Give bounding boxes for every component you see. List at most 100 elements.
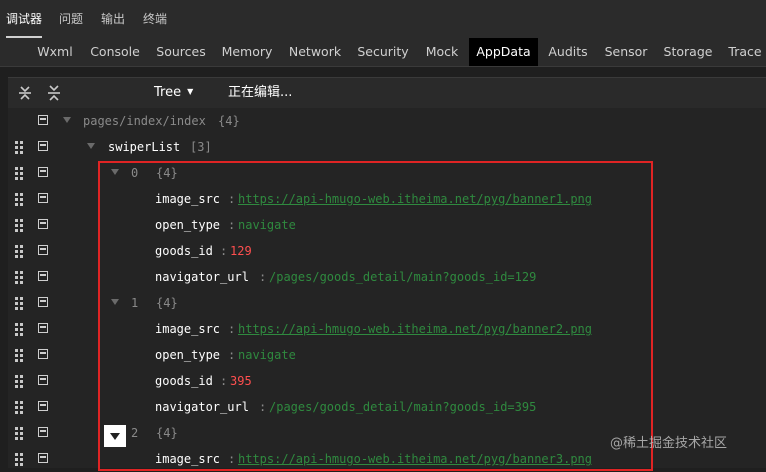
drag-handle-icon[interactable] [15, 167, 23, 180]
chevron-down-icon: ▼ [187, 87, 194, 96]
field-key[interactable]: image_src [155, 186, 220, 212]
field-key[interactable]: goods_id [155, 238, 213, 264]
tree-row-field: image_src : https://api-hmugo-web.itheim… [8, 186, 766, 212]
field-colon: : [228, 348, 236, 362]
field-value[interactable]: navigate [238, 212, 296, 238]
collapse-box-icon[interactable] [38, 453, 48, 463]
expand-caret-icon[interactable] [111, 169, 119, 175]
drag-handle-icon[interactable] [15, 141, 23, 154]
item-index: 2 [131, 426, 139, 440]
tab-output[interactable]: 输出 [101, 0, 125, 38]
tab-sensor[interactable]: Sensor [600, 38, 652, 66]
list-key[interactable]: swiperList [108, 134, 180, 160]
tab-terminal[interactable]: 终端 [143, 0, 167, 38]
tab-sources[interactable]: Sources [152, 38, 210, 66]
tree-row-field: image_src : https://api-hmugo-web.itheim… [8, 316, 766, 342]
collapse-box-icon[interactable] [38, 375, 48, 385]
panel-gutter [0, 68, 8, 468]
expand-caret-icon[interactable] [87, 143, 95, 149]
drag-handle-icon[interactable] [15, 219, 23, 232]
collapse-box-icon[interactable] [38, 115, 48, 125]
tab-memory[interactable]: Memory [218, 38, 276, 66]
collapse-box-icon[interactable] [38, 323, 48, 333]
item-index: 0 [131, 166, 139, 180]
field-key[interactable]: navigator_url [155, 264, 249, 290]
view-mode-select[interactable]: Tree ▼ [154, 78, 193, 108]
tab-wxml[interactable]: Wxml [30, 38, 80, 66]
tree-row-field: navigator_url : /pages/goods_detail/main… [8, 394, 766, 420]
devtools-tab-bar: Wxml Console Sources Memory Network Secu… [0, 38, 766, 67]
drag-handle-icon[interactable] [15, 427, 23, 440]
tab-network[interactable]: Network [284, 38, 346, 66]
collapse-box-icon[interactable] [38, 297, 48, 307]
field-value[interactable]: /pages/goods_detail/main?goods_id=129 [269, 264, 536, 290]
tab-storage[interactable]: Storage [660, 38, 716, 66]
tab-debugger[interactable]: 调试器 [6, 0, 43, 38]
collapse-all-icon[interactable] [45, 84, 63, 102]
drag-handle-icon[interactable] [15, 271, 23, 284]
tab-trace[interactable]: Trace [724, 38, 766, 66]
field-key[interactable]: navigator_url [155, 394, 249, 420]
tab-security[interactable]: Security [354, 38, 412, 66]
field-value[interactable]: /pages/goods_detail/main?goods_id=395 [269, 394, 536, 420]
drag-handle-icon[interactable] [15, 349, 23, 362]
view-mode-label: Tree [154, 85, 182, 100]
tree-row-swiperlist: swiperList [3] [8, 134, 766, 160]
field-colon: : [228, 218, 236, 232]
drag-handle-icon[interactable] [15, 297, 23, 310]
field-key[interactable]: goods_id [155, 368, 213, 394]
tree-row-root: pages/index/index {4} [8, 108, 766, 134]
collapse-box-icon[interactable] [38, 401, 48, 411]
collapse-box-icon[interactable] [38, 219, 48, 229]
field-colon: : [228, 322, 236, 336]
expand-caret-icon[interactable] [63, 117, 71, 123]
tab-console[interactable]: Console [86, 38, 144, 66]
collapse-box-icon[interactable] [38, 427, 48, 437]
tab-problems[interactable]: 问题 [59, 0, 83, 38]
field-value[interactable]: 395 [230, 368, 252, 394]
field-key[interactable]: open_type [155, 342, 220, 368]
field-value[interactable]: https://api-hmugo-web.itheima.net/pyg/ba… [238, 186, 592, 212]
collapse-box-icon[interactable] [38, 271, 48, 281]
tree-row-field: open_type : navigate [8, 342, 766, 368]
expand-caret-icon[interactable] [111, 299, 119, 305]
field-value[interactable]: https://api-hmugo-web.itheima.net/pyg/ba… [238, 446, 592, 472]
collapse-box-icon[interactable] [38, 193, 48, 203]
field-key[interactable]: image_src [155, 446, 220, 472]
drag-handle-icon[interactable] [15, 245, 23, 258]
field-value[interactable]: https://api-hmugo-web.itheima.net/pyg/ba… [238, 316, 592, 342]
item-count: {4} [156, 426, 178, 440]
list-count: [3] [190, 140, 212, 154]
drag-handle-icon[interactable] [15, 375, 23, 388]
drag-handle-icon[interactable] [15, 453, 23, 466]
field-colon: : [228, 452, 236, 466]
drag-handle-icon[interactable] [15, 401, 23, 414]
drag-handle-icon[interactable] [15, 193, 23, 206]
tree-row-field: open_type : navigate [8, 212, 766, 238]
tab-appdata[interactable]: AppData [469, 38, 538, 66]
collapse-box-icon[interactable] [38, 349, 48, 359]
appdata-tree: pages/index/index {4} swiperList [3] 0 {… [8, 108, 766, 468]
expand-all-icon[interactable] [16, 84, 34, 102]
field-key[interactable]: image_src [155, 316, 220, 342]
field-colon: : [220, 244, 228, 258]
field-colon: : [259, 270, 267, 284]
field-key[interactable]: open_type [155, 212, 220, 238]
expand-toggle-icon[interactable] [104, 425, 126, 447]
tree-row-field: goods_id : 129 [8, 238, 766, 264]
item-count: {4} [156, 296, 178, 310]
drag-handle-icon[interactable] [15, 323, 23, 336]
item-index: 1 [131, 296, 139, 310]
collapse-box-icon[interactable] [38, 141, 48, 151]
collapse-box-icon[interactable] [38, 167, 48, 177]
tree-row-field: goods_id : 395 [8, 368, 766, 394]
watermark: @稀土掘金技术社区 [610, 436, 728, 451]
editing-status: 正在编辑... [228, 85, 293, 100]
panel-tab-bar: 调试器 问题 输出 终端 [0, 0, 766, 39]
field-value[interactable]: 129 [230, 238, 252, 264]
tab-mock[interactable]: Mock [420, 38, 464, 66]
tab-audits[interactable]: Audits [544, 38, 592, 66]
page-path: pages/index/index [83, 114, 206, 128]
collapse-box-icon[interactable] [38, 245, 48, 255]
field-value[interactable]: navigate [238, 342, 296, 368]
